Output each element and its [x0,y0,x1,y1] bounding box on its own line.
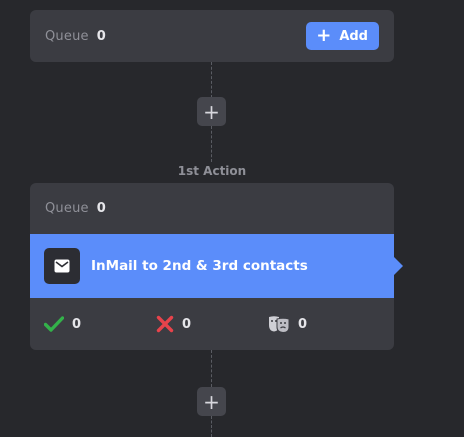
envelope-icon [44,248,80,284]
queue-row: Queue 0 + Add [30,10,394,62]
queue-card: Queue 0 + Add [30,10,394,62]
connector-line [211,416,212,437]
stats-row: 0 0 0 [30,298,394,350]
plus-icon: + [203,389,220,414]
stat-value: 0 [72,316,82,332]
stat-value: 0 [182,316,192,332]
connector-line [211,350,212,387]
stat-accepted: 0 [44,316,156,332]
action-queue-row: Queue 0 [30,183,394,234]
add-step-button[interactable]: + [197,387,226,416]
checkmark-icon [44,316,64,332]
plus-icon: + [316,25,332,46]
queue-label: Queue [45,201,89,216]
action-title: InMail to 2nd & 3rd contacts [91,258,308,274]
queue-count: 0 [96,28,106,44]
add-step-button[interactable]: + [197,97,226,126]
action-card: Queue 0 InMail to 2nd & 3rd contacts 0 0… [30,183,403,350]
stat-other: 0 [268,315,380,333]
add-button[interactable]: + Add [306,22,379,50]
queue-count: 0 [96,201,106,216]
step-label: 1st Action [177,164,247,178]
theater-masks-icon [269,316,290,333]
connector-line [211,126,212,162]
queue-label: Queue [45,28,89,44]
stat-rejected: 0 [156,315,268,333]
stat-value: 0 [298,316,308,332]
workflow-canvas: Queue 0 + Add + 1st Action Queue 0 InMai… [0,0,464,437]
plus-icon: + [203,99,220,124]
connector-line [211,62,212,98]
x-mark-icon [156,315,174,333]
action-item-inmail[interactable]: InMail to 2nd & 3rd contacts [30,234,403,298]
add-button-label: Add [339,28,368,44]
